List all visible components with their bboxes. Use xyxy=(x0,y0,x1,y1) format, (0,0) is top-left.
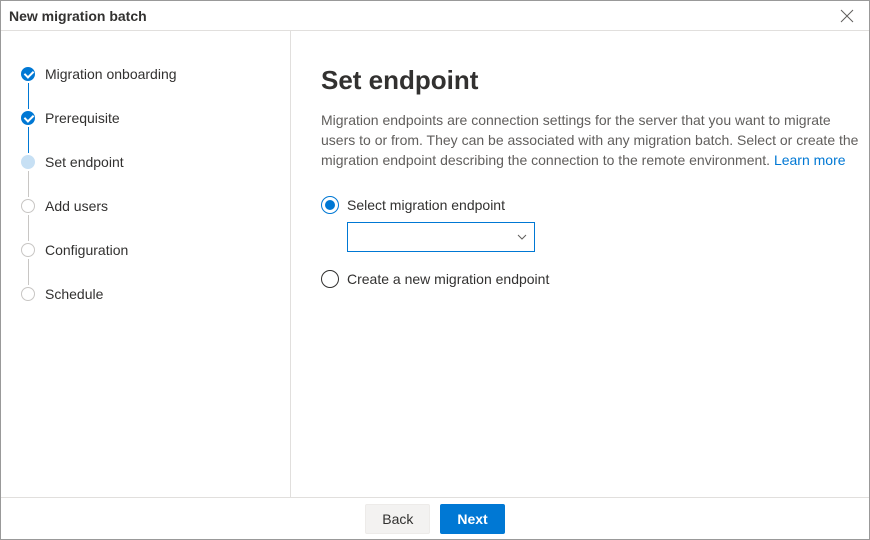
step-label: Migration onboarding xyxy=(45,65,177,83)
step-configuration[interactable]: Configuration xyxy=(21,241,290,285)
chevron-down-icon xyxy=(516,231,528,243)
back-button[interactable]: Back xyxy=(365,504,430,534)
step-check-icon xyxy=(21,111,35,125)
wizard-steps: Migration onboarding Prerequisite Set en… xyxy=(21,65,290,329)
step-pending-icon xyxy=(21,199,35,213)
step-migration-onboarding[interactable]: Migration onboarding xyxy=(21,65,290,109)
dialog-new-migration-batch: New migration batch Migration onboarding… xyxy=(0,0,870,540)
step-set-endpoint[interactable]: Set endpoint xyxy=(21,153,290,197)
radio-icon xyxy=(321,196,339,214)
endpoint-select-wrap xyxy=(347,222,869,252)
dialog-body: Migration onboarding Prerequisite Set en… xyxy=(1,31,869,497)
close-icon xyxy=(840,9,854,23)
radio-select-endpoint[interactable]: Select migration endpoint xyxy=(321,196,869,214)
radio-create-endpoint[interactable]: Create a new migration endpoint xyxy=(321,270,869,288)
main-panel: Set endpoint Migration endpoints are con… xyxy=(291,31,869,497)
window-title: New migration batch xyxy=(9,8,833,24)
radio-label: Create a new migration endpoint xyxy=(347,271,549,287)
step-pending-icon xyxy=(21,287,35,301)
endpoint-dropdown[interactable] xyxy=(347,222,535,252)
next-button[interactable]: Next xyxy=(440,504,504,534)
step-label: Set endpoint xyxy=(45,153,124,171)
step-pending-icon xyxy=(21,243,35,257)
step-current-icon xyxy=(21,155,35,169)
step-prerequisite[interactable]: Prerequisite xyxy=(21,109,290,153)
step-label: Configuration xyxy=(45,241,128,259)
page-title: Set endpoint xyxy=(321,65,869,96)
page-description: Migration endpoints are connection setti… xyxy=(321,110,861,170)
step-label: Add users xyxy=(45,197,108,215)
radio-icon xyxy=(321,270,339,288)
learn-more-link[interactable]: Learn more xyxy=(774,152,846,168)
endpoint-choice-group: Select migration endpoint Create a new m… xyxy=(321,196,869,288)
titlebar: New migration batch xyxy=(1,1,869,31)
step-add-users[interactable]: Add users xyxy=(21,197,290,241)
step-label: Prerequisite xyxy=(45,109,120,127)
step-schedule[interactable]: Schedule xyxy=(21,285,290,329)
dialog-footer: Back Next xyxy=(1,497,869,539)
radio-label: Select migration endpoint xyxy=(347,197,505,213)
step-label: Schedule xyxy=(45,285,103,303)
close-button[interactable] xyxy=(833,2,861,30)
step-check-icon xyxy=(21,67,35,81)
wizard-sidebar: Migration onboarding Prerequisite Set en… xyxy=(1,31,291,497)
